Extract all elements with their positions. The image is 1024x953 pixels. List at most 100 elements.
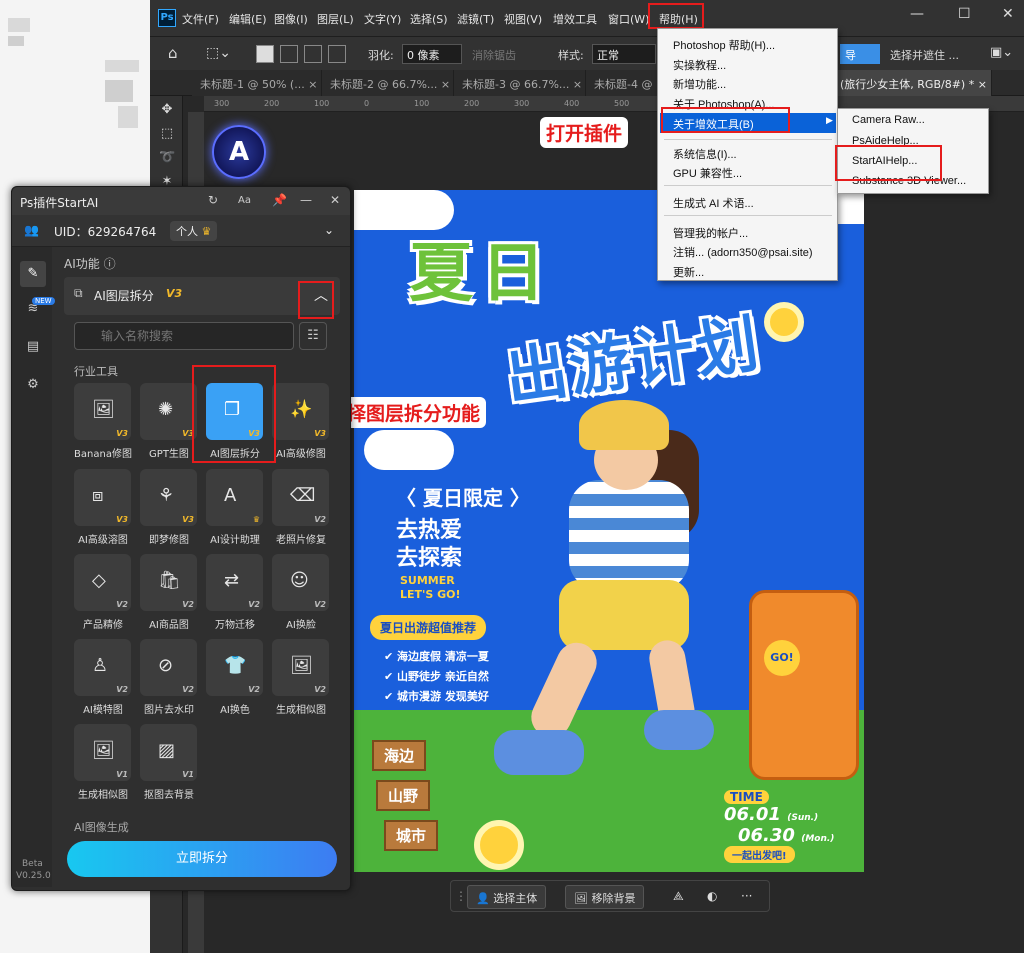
tool-badge: V3 [116, 429, 128, 438]
select-subject-button[interactable]: 👤 选择主体 [467, 885, 547, 909]
adjustment-icon[interactable]: ◐ [707, 889, 717, 903]
tool-search-input[interactable] [74, 322, 294, 350]
menu-item-tutorials[interactable]: 实操教程... [673, 57, 726, 73]
menu-item-sign-out[interactable]: 注销... (adorn350@psai.site) [673, 244, 813, 260]
feather-input[interactable]: 0 像素 [402, 44, 462, 64]
drag-handle-icon[interactable]: ⋮ [455, 889, 467, 903]
menu-edit[interactable]: 编辑(E) [229, 11, 267, 27]
tool-advanced-edit[interactable]: ✨ V3 [272, 383, 329, 440]
menu-item-system-info[interactable]: 系统信息(I)... [673, 146, 737, 162]
tool-product-retouch[interactable]: ◇ V2 [74, 554, 131, 611]
submenu-item-camera-raw[interactable]: Camera Raw... [852, 114, 925, 126]
menu-image[interactable]: 图像(I) [274, 11, 308, 27]
split-now-button[interactable]: 立即拆分 [67, 841, 337, 877]
maximize-window-icon[interactable]: ☐ [958, 6, 971, 22]
style-select[interactable]: 正常 [592, 44, 656, 64]
tool-transfer[interactable]: ⇄ V2 [206, 554, 263, 611]
tab-doc-2[interactable]: 未标题-2 @ 66.7%... × [322, 70, 454, 96]
refresh-icon[interactable]: ↻ [208, 193, 218, 207]
antialias-checkbox[interactable]: 消除锯齿 [472, 47, 516, 63]
poster-tag-limited: 〈 夏日限定 〉 [396, 486, 530, 510]
tool-badge: V2 [248, 685, 260, 694]
document-nav-icon[interactable]: ▤ [25, 339, 41, 355]
menu-item-photoshop-help[interactable]: Photoshop 帮助(H)... [673, 37, 775, 53]
tool-label: 万物迁移 [215, 620, 255, 631]
intersect-selection-icon[interactable] [328, 45, 346, 63]
subject-button[interactable]: 导 [840, 44, 880, 64]
marquee-tool-icon[interactable]: ⬚ [159, 126, 175, 142]
tool-dream-edit[interactable]: ⚘ V3 [140, 469, 197, 526]
close-window-icon[interactable]: ✕ [1002, 6, 1014, 22]
select-and-mask-button[interactable]: 选择并遮住 ... [890, 47, 959, 63]
poster-list-item: ✔ 城市漫游 发现美好 [384, 690, 489, 703]
startai-plugin-panel: Ps插件StartAI ↻ Aa 📌 — ✕ 👥 UID：629264764 个… [11, 186, 351, 891]
home-icon[interactable]: ⌂ [168, 44, 178, 62]
pin-icon[interactable]: 📌 [272, 193, 287, 207]
panel-layout-icon[interactable]: ▣⌄ [990, 45, 1013, 60]
menu-view[interactable]: 视图(V) [504, 11, 542, 27]
subtract-selection-icon[interactable] [304, 45, 322, 63]
tool-similar-image-v1[interactable]: 🖼 V1 [74, 724, 131, 781]
menu-plugins[interactable]: 增效工具 [553, 11, 597, 27]
menu-select[interactable]: 选择(S) [410, 11, 448, 27]
tool-color-change[interactable]: 👕 V2 [206, 639, 263, 696]
menu-filter[interactable]: 滤镜(T) [457, 11, 494, 27]
summer-line: SUMMER [400, 574, 455, 587]
girl-shoe [494, 730, 584, 775]
watermark-remove-icon: ⊘ [158, 655, 174, 676]
transform-icon[interactable]: ⟁ [673, 889, 684, 904]
tool-banana-edit[interactable]: 🖼 V3 [74, 383, 131, 440]
magic-wand-icon: ✨ [290, 399, 313, 420]
more-options-icon[interactable]: ··· [741, 889, 752, 903]
lasso-tool-icon[interactable]: ➰ [159, 150, 175, 166]
tool-product-image[interactable]: 🛍 V2 [140, 554, 197, 611]
startai-logo-icon[interactable]: A [212, 125, 266, 179]
new-selection-icon[interactable] [256, 45, 274, 63]
help-menu-dropdown: Photoshop 帮助(H)... 实操教程... 新增功能... 关于 Ph… [657, 28, 838, 281]
menu-item-gpu[interactable]: GPU 兼容性... [673, 165, 742, 181]
menu-file[interactable]: 文件(F) [182, 11, 219, 27]
settings-nav-icon[interactable]: ⚙ [25, 377, 41, 393]
move-tool-icon[interactable]: ✥ [159, 102, 175, 118]
grid-view-icon[interactable]: ☷ [299, 322, 327, 350]
tab-doc-active[interactable]: (旅行少女主体, RGB/8#) * × [832, 70, 992, 96]
font-size-icon[interactable]: Aa [238, 195, 251, 206]
canvas-poster[interactable]: 夏日 出游计划 〈 夏日限定 〉 去热爱 去探索 SUMMER LET'S GO!… [354, 190, 864, 872]
beta-label: Beta [22, 859, 43, 869]
tool-model-image[interactable]: ♙ V2 [74, 639, 131, 696]
tool-face-swap[interactable]: ☺ V2 [272, 554, 329, 611]
contextual-task-bar: ⋮ 👤 选择主体 🖼 移除背景 ⟁ ◐ ··· [450, 880, 770, 912]
menu-item-updates[interactable]: 更新... [673, 264, 704, 280]
tool-gpt-image[interactable]: ✺ V3 [140, 383, 197, 440]
tab-doc-3[interactable]: 未标题-3 @ 66.7%... × [454, 70, 586, 96]
tool-design-assistant[interactable]: A ♛ [206, 469, 263, 526]
marquee-tool-icon[interactable]: ⬚⌄ [206, 45, 231, 61]
menu-window[interactable]: 窗口(W) [608, 11, 649, 27]
plan-badge[interactable]: 个人 ♛ [170, 221, 218, 241]
add-selection-icon[interactable] [280, 45, 298, 63]
minimize-window-icon[interactable]: — [910, 6, 924, 22]
menu-item-whats-new[interactable]: 新增功能... [673, 76, 726, 92]
menu-layer[interactable]: 图层(L) [317, 11, 354, 27]
design-assistant-icon: A [224, 485, 237, 506]
together-label: 一起出发吧! [724, 846, 795, 863]
chevron-down-icon[interactable]: ⌄ [324, 223, 334, 237]
minimize-icon[interactable]: — [300, 193, 312, 207]
tool-photo-repair[interactable]: ⌫ V2 [272, 469, 329, 526]
poster-recommend-badge: 夏日出游超值推荐 [370, 615, 487, 640]
date1-day: (Sun.) [787, 813, 819, 823]
ruler-tick: 100 [314, 99, 330, 108]
menu-item-manage-account[interactable]: 管理我的帐户... [673, 225, 748, 241]
tab-doc-1[interactable]: 未标题-1 @ 50% (... × [192, 70, 322, 96]
edit-nav-icon[interactable]: ✎ [20, 261, 46, 287]
remove-background-button[interactable]: 🖼 移除背景 [565, 885, 645, 909]
tool-similar-image[interactable]: 🖼 V2 [272, 639, 329, 696]
tool-advanced-blend[interactable]: ⧈ V3 [74, 469, 131, 526]
time-label: TIME [724, 790, 769, 804]
tool-watermark-remove[interactable]: ⊘ V2 [140, 639, 197, 696]
menu-type[interactable]: 文字(Y) [364, 11, 401, 27]
signpost-mountain: 山野 [376, 780, 431, 811]
tool-background-remove[interactable]: ▨ V1 [140, 724, 197, 781]
close-icon[interactable]: ✕ [330, 193, 340, 207]
menu-item-genai-terms[interactable]: 生成式 AI 术语... [673, 195, 754, 211]
